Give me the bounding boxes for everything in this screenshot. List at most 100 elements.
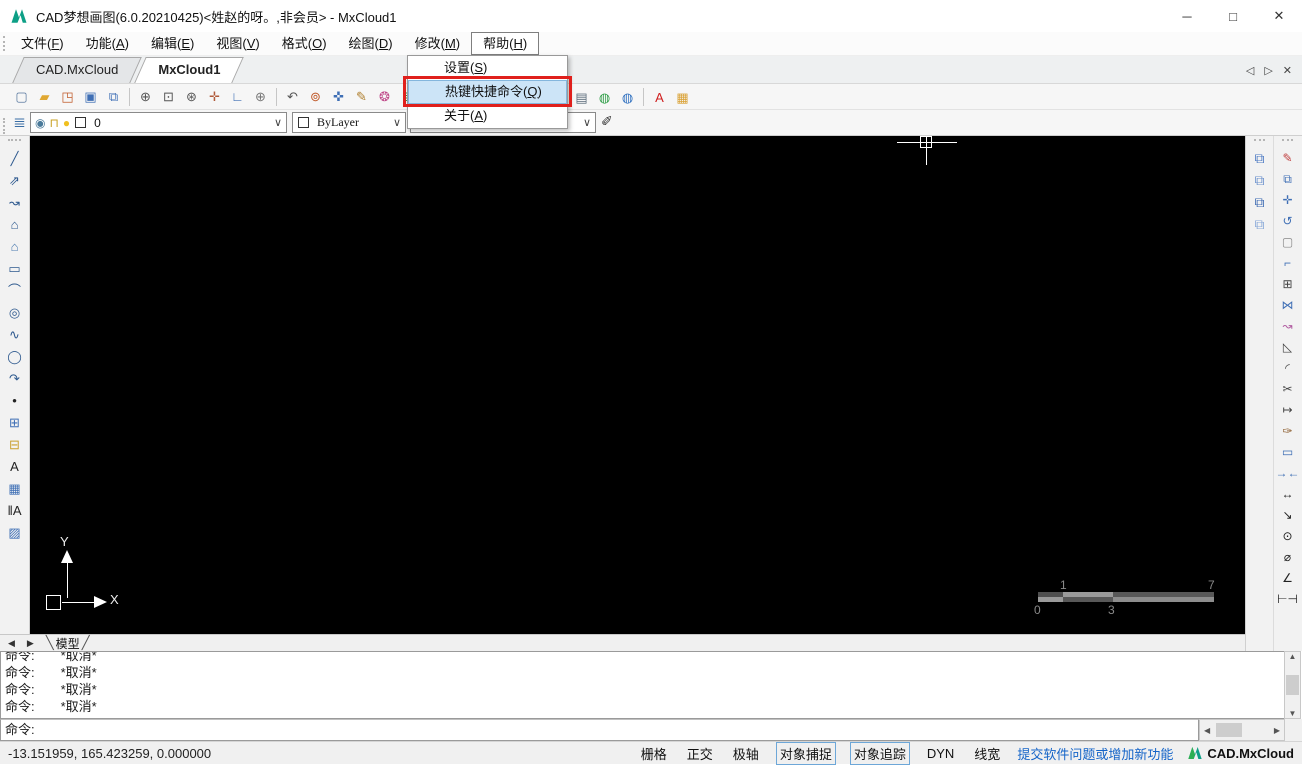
fillet-icon[interactable]: ◜	[1277, 358, 1299, 377]
polygon-edge-icon[interactable]: ⌂	[4, 236, 26, 256]
ellipse-icon[interactable]: ◯	[4, 346, 26, 366]
scrollbar-thumb[interactable]	[1286, 675, 1299, 695]
zoom-window-icon[interactable]: ⊡	[159, 87, 178, 107]
menu-item-帮助[interactable]: 帮助(H)	[471, 32, 539, 55]
tab-MxCloud1[interactable]: MxCloud1	[138, 57, 240, 83]
offset-icon[interactable]: ⌐	[1277, 253, 1299, 272]
construction-line-icon[interactable]: ⇗	[4, 170, 26, 190]
help-menu-item-关于[interactable]: 关于(A)	[408, 104, 567, 128]
spline-icon[interactable]: ∿	[4, 324, 26, 344]
menu-item-功能[interactable]: 功能(A)	[75, 32, 140, 55]
help-menu-item-设置[interactable]: 设置(S)	[408, 56, 567, 80]
status-toggle-栅格[interactable]: 栅格	[638, 743, 670, 764]
scroll-left-icon[interactable]: ◀	[1200, 726, 1214, 735]
status-toggle-极轴[interactable]: 极轴	[730, 743, 762, 764]
status-toggle-对象捕捉[interactable]: 对象捕捉	[776, 742, 836, 765]
maximize-button[interactable]: □	[1210, 0, 1256, 32]
command-input[interactable]: 命令:	[0, 719, 1199, 741]
paste-block-icon[interactable]: ⧉	[1249, 214, 1271, 234]
web-publish-icon[interactable]: ◍	[595, 87, 614, 107]
rotate-icon[interactable]: ↺	[1277, 211, 1299, 230]
tab-scroll-left-icon[interactable]: ◁	[1246, 64, 1254, 77]
tab-model[interactable]: ╲ 模型 ╱	[44, 635, 92, 652]
point-icon[interactable]: •	[4, 390, 26, 410]
zoom-in-icon[interactable]: ⊕	[136, 87, 155, 107]
drawing-canvas[interactable]: Y X 1 7 0 3	[30, 136, 1245, 634]
line-icon[interactable]: ╱	[4, 148, 26, 168]
export-pdf-icon[interactable]: A	[650, 87, 669, 107]
polygon-icon[interactable]: ⌂	[4, 214, 26, 234]
zoom-object-icon[interactable]: ⊚	[306, 87, 325, 107]
arc-icon[interactable]: ⌒	[4, 280, 26, 300]
draw-pen-icon[interactable]: ✎	[352, 87, 371, 107]
menu-item-视图[interactable]: 视图(V)	[205, 32, 270, 55]
array-icon[interactable]: ⊞	[1277, 274, 1299, 293]
scroll-up-icon[interactable]: ▲	[1289, 652, 1297, 661]
tab-close-icon[interactable]: ✕	[1283, 64, 1292, 77]
layout-scroll-left[interactable]: ◀	[4, 638, 19, 649]
layout-scroll-right[interactable]: ▶	[23, 638, 38, 649]
dim-linear-icon[interactable]: ↔	[1277, 484, 1299, 503]
palette-icon[interactable]: ❂	[375, 87, 394, 107]
scroll-right-icon[interactable]: ▶	[1270, 726, 1284, 735]
stretch-icon[interactable]: ▭	[1277, 442, 1299, 461]
menu-item-编辑[interactable]: 编辑(E)	[140, 32, 205, 55]
revision-cloud-icon[interactable]: ↷	[4, 368, 26, 388]
status-toggle-DYN[interactable]: DYN	[924, 745, 957, 762]
command-horizontal-scrollbar[interactable]: ◀ ▶	[1199, 719, 1285, 741]
toolbar-grip[interactable]	[3, 36, 8, 51]
zoom-scale-icon[interactable]: ⊕	[251, 87, 270, 107]
rectangle-icon[interactable]: ▭	[4, 258, 26, 278]
trim-icon[interactable]: ✂	[1277, 379, 1299, 398]
toolbar-grip[interactable]	[8, 139, 21, 144]
status-toggle-对象追踪[interactable]: 对象追踪	[850, 742, 910, 765]
save-as-icon[interactable]: ⧉	[104, 87, 123, 107]
command-vertical-scrollbar[interactable]: ▲ ▼	[1284, 651, 1301, 719]
new-file-icon[interactable]: ▢	[12, 87, 31, 107]
zoom-previous-icon[interactable]: ↶	[283, 87, 302, 107]
close-button[interactable]: ✕	[1256, 0, 1302, 32]
minimize-button[interactable]: ─	[1164, 0, 1210, 32]
dim-continue-icon[interactable]: ⊢⊣	[1277, 589, 1299, 608]
layer-manager-icon[interactable]: ≣	[10, 112, 29, 132]
chamfer-icon[interactable]: ◺	[1277, 337, 1299, 356]
help-menu-item-热键快捷命令[interactable]: 热键快捷命令(Q)	[408, 80, 567, 104]
toolbar-grip[interactable]	[1282, 139, 1293, 144]
menu-item-修改[interactable]: 修改(M)	[404, 32, 472, 55]
chevron-down-icon[interactable]: ∨	[583, 116, 591, 129]
dim-diameter-icon[interactable]: ⌀	[1277, 547, 1299, 566]
extend-icon[interactable]: ↦	[1277, 400, 1299, 419]
create-block-icon[interactable]: ⊟	[4, 434, 26, 454]
toolbar-grip[interactable]	[1254, 139, 1265, 144]
feedback-link[interactable]: 提交软件问题或增加新功能	[1017, 744, 1173, 763]
scrollbar-thumb[interactable]	[1216, 723, 1242, 737]
print-icon[interactable]: ▤	[572, 87, 591, 107]
chevron-down-icon[interactable]: ∨	[274, 116, 282, 129]
command-history[interactable]: 命令:*取消*命令:*取消*命令:*取消*命令:*取消*	[0, 651, 1284, 719]
match-brush-icon[interactable]: ✐	[601, 113, 613, 130]
menu-item-绘图[interactable]: 绘图(D)	[338, 32, 404, 55]
mirror-icon[interactable]: ⋈	[1277, 295, 1299, 314]
toolbar-grip[interactable]	[3, 118, 8, 134]
dim-aligned-icon[interactable]: ↘	[1277, 505, 1299, 524]
dim-angular-icon[interactable]: ∠	[1277, 568, 1299, 587]
scroll-down-icon[interactable]: ▼	[1289, 709, 1297, 718]
status-toggle-线宽[interactable]: 线宽	[971, 743, 1003, 764]
copy-base-point-icon[interactable]: ⧉	[1249, 170, 1271, 190]
tab-scroll-right-icon[interactable]: ▷	[1264, 64, 1272, 77]
dim-radius-icon[interactable]: ⊙	[1277, 526, 1299, 545]
polyline-icon[interactable]: ↝	[4, 192, 26, 212]
erase-icon[interactable]: ✎	[1277, 148, 1299, 167]
pan-icon[interactable]: ✛	[205, 87, 224, 107]
save-icon[interactable]: ▣	[81, 87, 100, 107]
export-image-icon[interactable]: ▦	[673, 87, 692, 107]
paste-icon[interactable]: ⧉	[1249, 192, 1271, 212]
match-properties-icon[interactable]: ✑	[1277, 421, 1299, 440]
break-icon[interactable]: →←	[1277, 463, 1299, 482]
table-icon[interactable]: ▦	[4, 478, 26, 498]
circle-icon[interactable]: ◎	[4, 302, 26, 322]
move-icon[interactable]: ✛	[1277, 190, 1299, 209]
open-drawing-icon[interactable]: ◳	[58, 87, 77, 107]
insert-block-icon[interactable]: ⊞	[4, 412, 26, 432]
status-toggle-正交[interactable]: 正交	[684, 743, 716, 764]
